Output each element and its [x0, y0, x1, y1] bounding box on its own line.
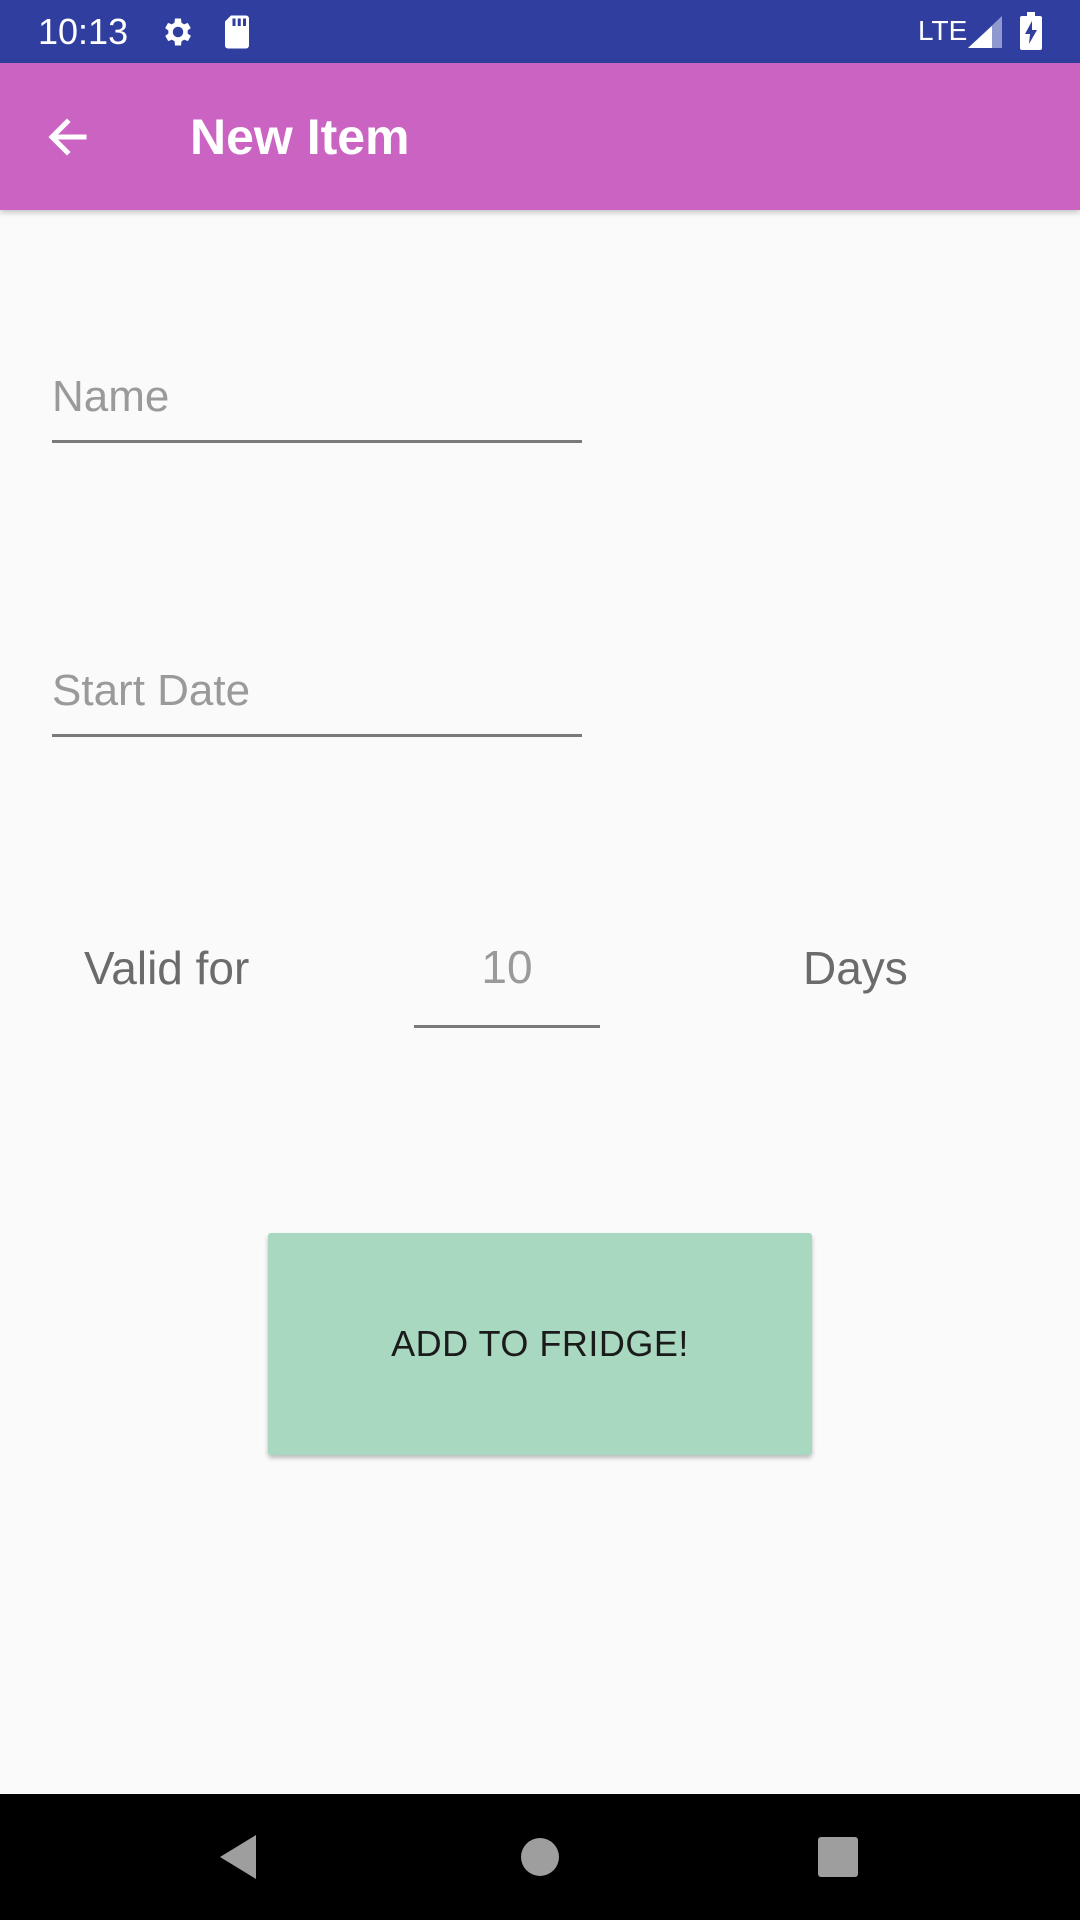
- arrow-left-icon: [48, 118, 87, 156]
- name-input[interactable]: [52, 372, 582, 422]
- battery-charging-icon: [1020, 12, 1056, 50]
- app-bar: New Item: [0, 63, 1080, 210]
- status-bar: 10:13 LTE: [0, 0, 1080, 63]
- days-input[interactable]: [414, 940, 600, 994]
- gear-icon: [160, 14, 196, 50]
- network-type: LTE: [918, 15, 968, 46]
- status-time: 10:13: [38, 11, 129, 52]
- back-triangle-icon[interactable]: [214, 1831, 266, 1883]
- home-circle-icon[interactable]: [514, 1831, 566, 1883]
- start-date-field[interactable]: [52, 654, 582, 737]
- add-to-fridge-button[interactable]: ADD TO FRIDGE!: [268, 1233, 812, 1455]
- signal-icon: [968, 16, 1004, 52]
- valid-for-label: Valid for: [84, 942, 250, 994]
- screen: 10:13 LTE New Item Name Start Date Valid…: [0, 0, 1080, 1920]
- navigation-bar: [0, 1794, 1080, 1920]
- name-field[interactable]: [52, 360, 582, 443]
- sd-card-icon: [222, 14, 258, 50]
- days-label: Days: [803, 942, 908, 994]
- days-field[interactable]: [414, 925, 600, 1028]
- page-title: New Item: [190, 109, 410, 165]
- recents-square-icon[interactable]: [812, 1831, 864, 1883]
- start-date-input[interactable]: [52, 666, 582, 716]
- back-button[interactable]: [34, 103, 102, 171]
